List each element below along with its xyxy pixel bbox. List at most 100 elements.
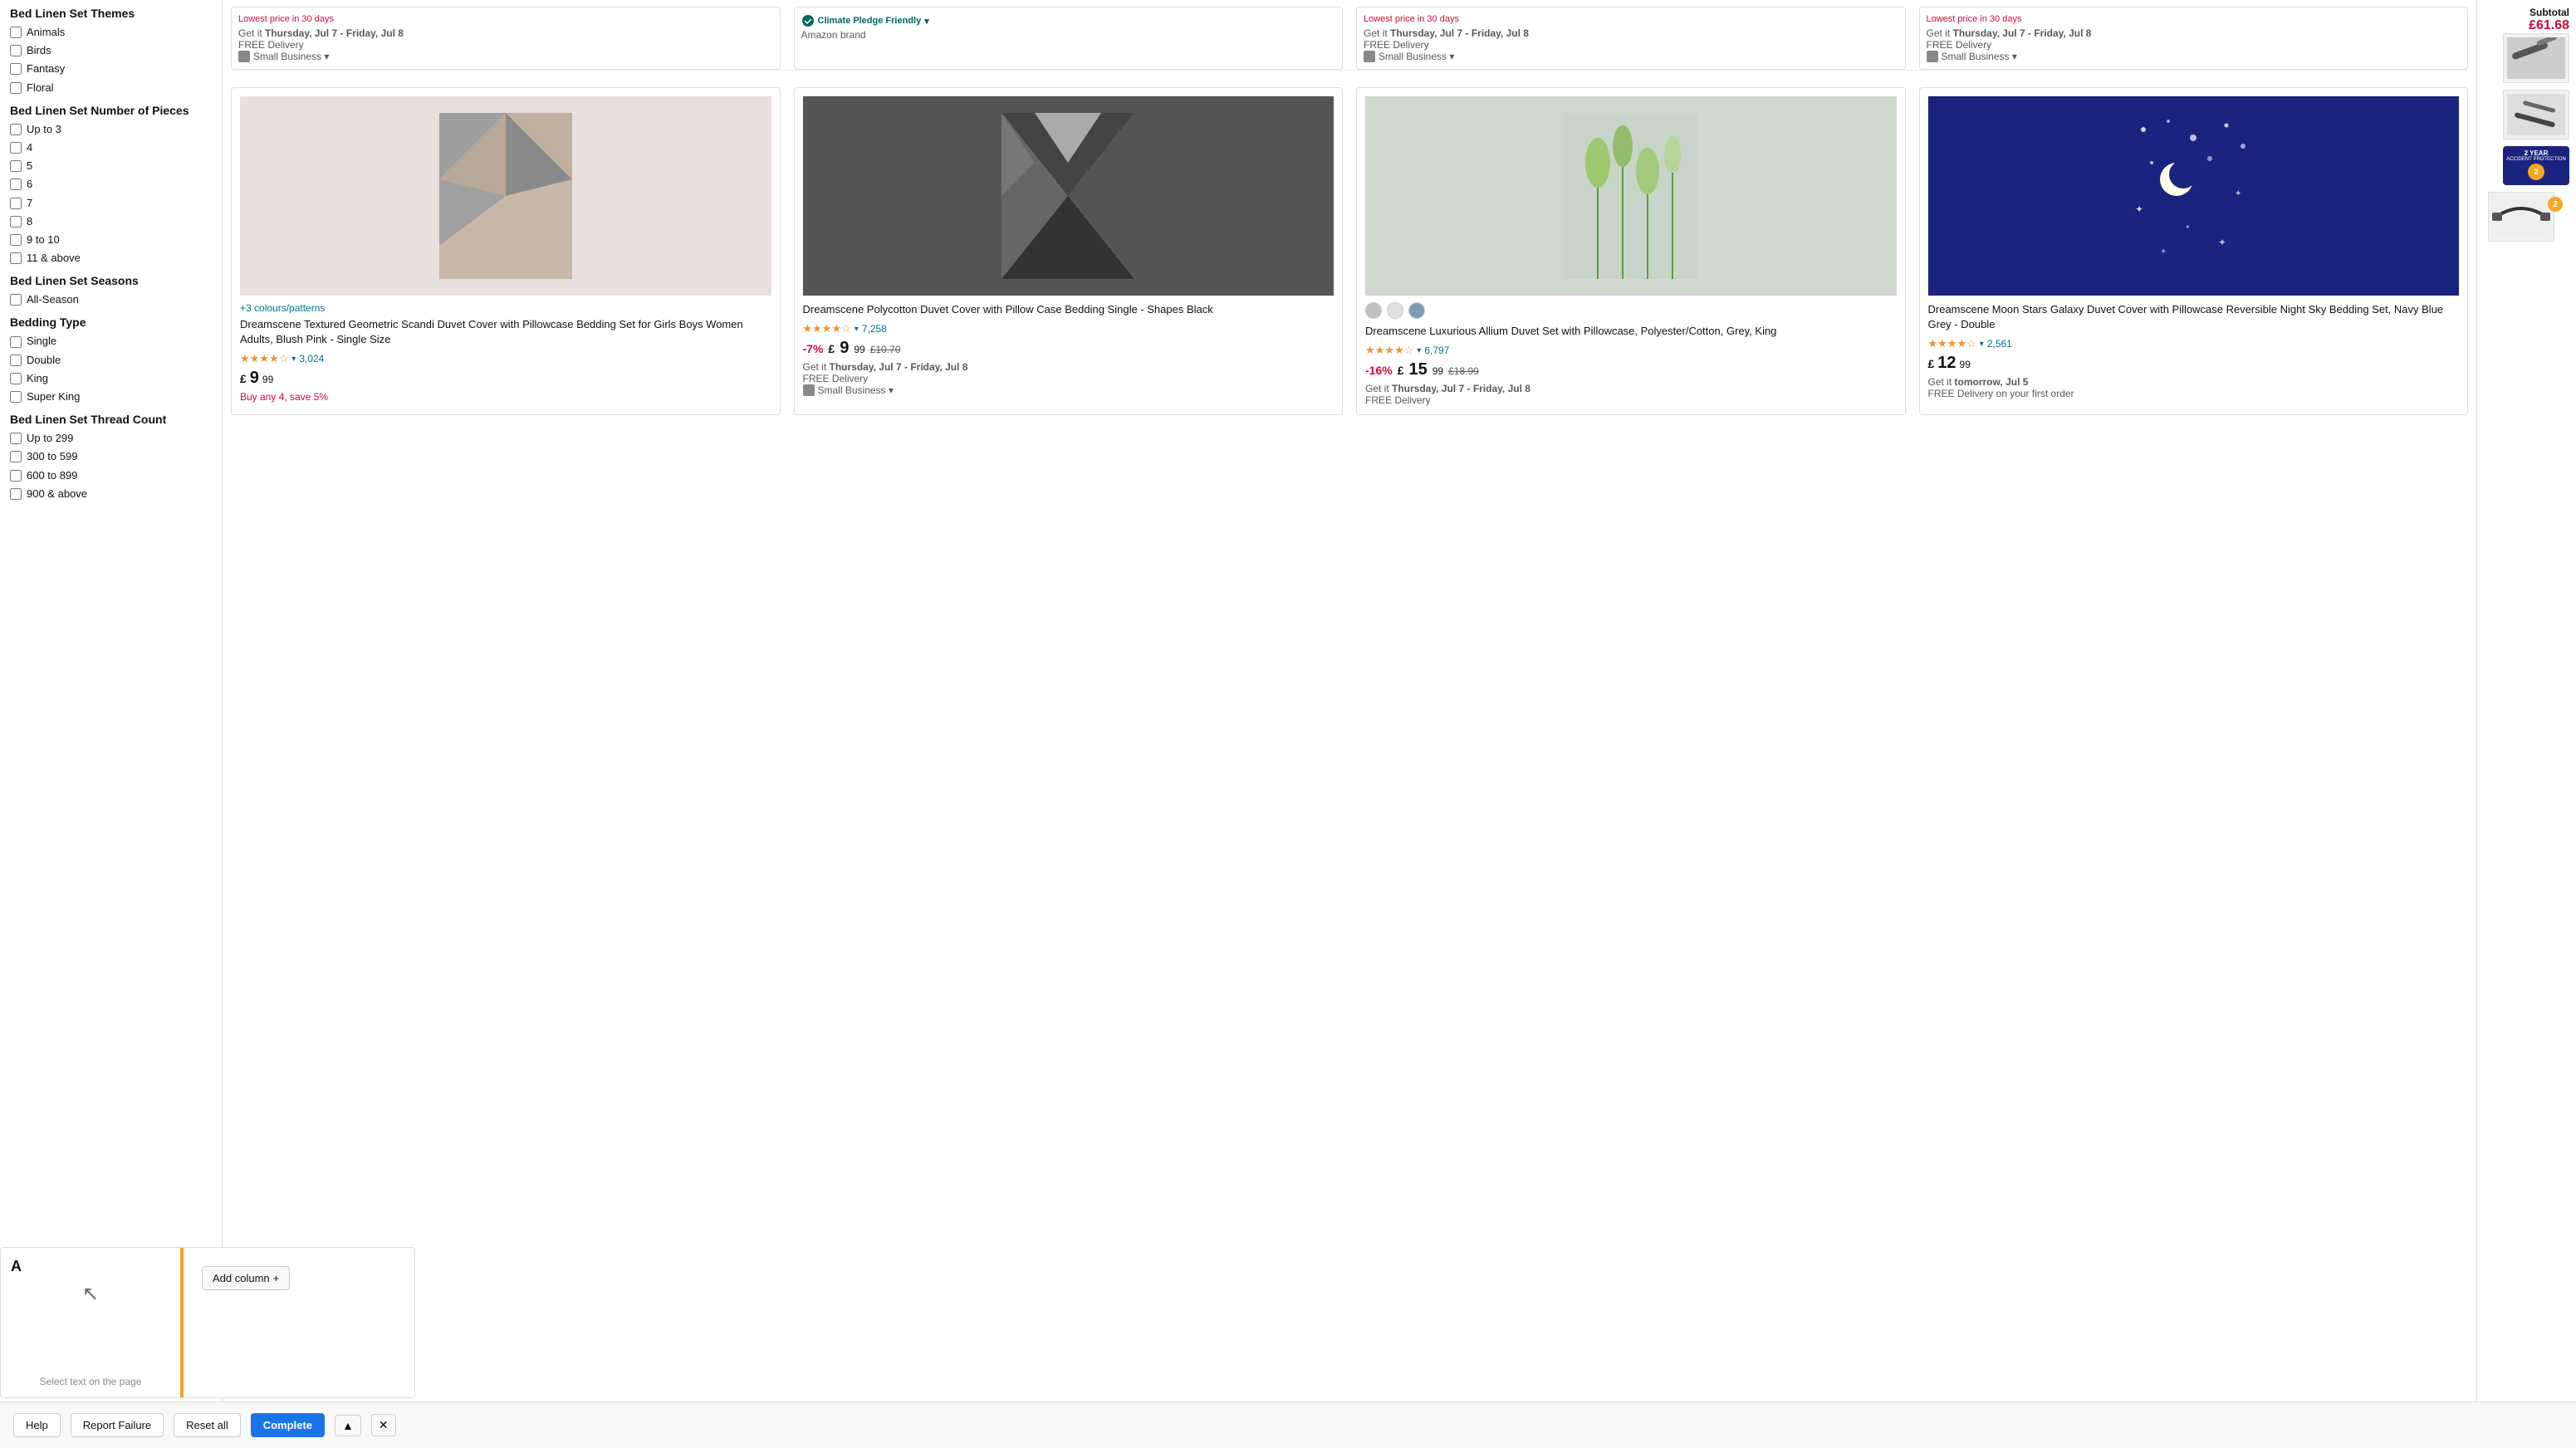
- chevron-up-button[interactable]: ▲: [335, 1415, 361, 1436]
- product-image-3: [1365, 96, 1897, 296]
- checkbox-all-season[interactable]: [10, 294, 22, 306]
- free-delivery-product-3: FREE Delivery: [1365, 394, 1897, 406]
- filter-animals[interactable]: Animals: [10, 25, 212, 40]
- help-button[interactable]: Help: [13, 1413, 61, 1437]
- checkbox-600-to-899[interactable]: [10, 470, 22, 482]
- checkbox-birds[interactable]: [10, 45, 22, 56]
- add-column-label: Add column: [213, 1272, 270, 1284]
- price-whole-4: 12: [1937, 354, 1956, 373]
- complete-button[interactable]: Complete: [251, 1413, 325, 1437]
- label-11-above: 11 & above: [27, 251, 81, 266]
- checkbox-floral[interactable]: [10, 82, 22, 94]
- filter-up-to-299[interactable]: Up to 299: [10, 431, 212, 446]
- filter-300-to-599[interactable]: 300 to 599: [10, 449, 212, 464]
- checkbox-up-to-299[interactable]: [10, 433, 22, 444]
- cart-thumb-2: [2503, 90, 2569, 139]
- lowest-price-badge-2: Lowest price in 30 days: [1364, 14, 1898, 24]
- checkbox-11-above[interactable]: [10, 252, 22, 264]
- price-original-3: £18.99: [1448, 365, 1479, 377]
- checkbox-4[interactable]: [10, 142, 22, 154]
- checkbox-single[interactable]: [10, 336, 22, 348]
- review-count-4[interactable]: 2,561: [1987, 338, 2012, 350]
- swatch-grey[interactable]: [1365, 302, 1382, 319]
- free-delivery-product-2: FREE Delivery: [803, 373, 1335, 384]
- pieces-filter-title: Bed Linen Set Number of Pieces: [10, 104, 212, 117]
- checkbox-up-to-3[interactable]: [10, 124, 22, 135]
- svg-text:✦: ✦: [2185, 223, 2191, 231]
- amazon-brand-label: Amazon brand: [801, 29, 1336, 41]
- product-card-3: Dreamscene Luxurious Allium Duvet Set wi…: [1356, 87, 1906, 415]
- bottom-panel: A ↖ Select text on the page Add column +: [0, 1247, 415, 1398]
- checkbox-900-above[interactable]: [10, 488, 22, 500]
- checkbox-5[interactable]: [10, 160, 22, 172]
- filter-king[interactable]: King: [10, 371, 212, 386]
- swatch-blue[interactable]: [1408, 302, 1425, 319]
- filter-6[interactable]: 6: [10, 177, 212, 192]
- cart-item-4: 2: [2484, 192, 2569, 242]
- product-image-2: [803, 96, 1335, 296]
- stars-3: ★★★★☆: [1365, 344, 1413, 357]
- filter-4[interactable]: 4: [10, 140, 212, 155]
- filter-floral[interactable]: Floral: [10, 81, 212, 95]
- filter-11-above[interactable]: 11 & above: [10, 251, 212, 266]
- chevron-down-icon-1: ▾: [291, 355, 296, 364]
- checkbox-double[interactable]: [10, 355, 22, 366]
- stars-4: ★★★★☆: [1928, 337, 1976, 350]
- cart-item-3: 2 YEAR ACCIDENT PROTECTION 2: [2484, 146, 2569, 185]
- filter-fantasy[interactable]: Fantasy: [10, 61, 212, 76]
- filter-birds[interactable]: Birds: [10, 43, 212, 58]
- filter-double[interactable]: Double: [10, 353, 212, 368]
- checkbox-8[interactable]: [10, 216, 22, 227]
- review-count-3[interactable]: 6,797: [1424, 345, 1449, 356]
- product-title-3: Dreamscene Luxurious Allium Duvet Set wi…: [1365, 324, 1897, 339]
- filter-up-to-3[interactable]: Up to 3: [10, 122, 212, 137]
- filter-8[interactable]: 8: [10, 214, 212, 229]
- filter-600-to-899[interactable]: 600 to 899: [10, 468, 212, 483]
- filter-7[interactable]: 7: [10, 196, 212, 211]
- report-failure-button[interactable]: Report Failure: [71, 1413, 164, 1437]
- review-count-2[interactable]: 7,258: [862, 323, 887, 335]
- delivery-info-1: Get it Thursday, Jul 7 - Friday, Jul 8: [238, 27, 773, 39]
- filter-900-above[interactable]: 900 & above: [10, 487, 212, 501]
- label-6: 6: [27, 177, 32, 192]
- swatch-light[interactable]: [1387, 302, 1403, 319]
- product-title-2: Dreamscene Polycotton Duvet Cover with P…: [803, 302, 1335, 317]
- review-count-1[interactable]: 3,024: [299, 353, 324, 364]
- plus-icon: +: [273, 1272, 280, 1284]
- small-biz-badge-3: Small Business ▾: [1927, 51, 2461, 62]
- pieces-filter-section: Bed Linen Set Number of Pieces Up to 3 4…: [10, 104, 212, 267]
- filter-super-king[interactable]: Super King: [10, 389, 212, 404]
- free-delivery-3: FREE Delivery: [1927, 39, 2461, 51]
- checkbox-9-to-10[interactable]: [10, 234, 22, 246]
- seasons-filter-title: Bed Linen Set Seasons: [10, 274, 212, 287]
- checkbox-super-king[interactable]: [10, 391, 22, 403]
- checkbox-animals[interactable]: [10, 27, 22, 38]
- color-link-1[interactable]: +3 colours/patterns: [240, 302, 771, 314]
- close-button[interactable]: ✕: [371, 1414, 396, 1436]
- svg-text:✦: ✦: [2160, 247, 2167, 257]
- label-7: 7: [27, 196, 32, 211]
- checkbox-fantasy[interactable]: [10, 63, 22, 75]
- filter-all-season[interactable]: All-Season: [10, 292, 212, 307]
- filter-single[interactable]: Single: [10, 334, 212, 349]
- reset-all-button[interactable]: Reset all: [174, 1413, 241, 1437]
- stars-2: ★★★★☆: [803, 322, 851, 335]
- checkbox-300-to-599[interactable]: [10, 451, 22, 462]
- price-row-2: -7% £ 9 99 £10.70: [803, 339, 1335, 358]
- top-product-1: Lowest price in 30 days Get it Thursday,…: [231, 7, 781, 70]
- checkbox-6[interactable]: [10, 179, 22, 190]
- filter-9-to-10[interactable]: 9 to 10: [10, 232, 212, 247]
- label-9-to-10: 9 to 10: [27, 232, 60, 247]
- discount-badge-2: -7%: [803, 342, 824, 355]
- label-animals: Animals: [27, 25, 65, 40]
- add-column-button[interactable]: Add column +: [202, 1266, 290, 1290]
- checkbox-king[interactable]: [10, 373, 22, 384]
- delivery-2: Get it Thursday, Jul 7 - Friday, Jul 8: [803, 361, 1335, 373]
- checkbox-7[interactable]: [10, 198, 22, 209]
- product-title-4: Dreamscene Moon Stars Galaxy Duvet Cover…: [1928, 302, 2460, 332]
- filter-5[interactable]: 5: [10, 159, 212, 174]
- product-grid: +3 colours/patterns Dreamscene Textured …: [231, 79, 2468, 423]
- product-area: Lowest price in 30 days Get it Thursday,…: [223, 0, 2476, 1448]
- bedding-type-filter-section: Bedding Type Single Double King Super Ki…: [10, 316, 212, 404]
- chevron-down-icon-3: ▾: [1417, 346, 1421, 355]
